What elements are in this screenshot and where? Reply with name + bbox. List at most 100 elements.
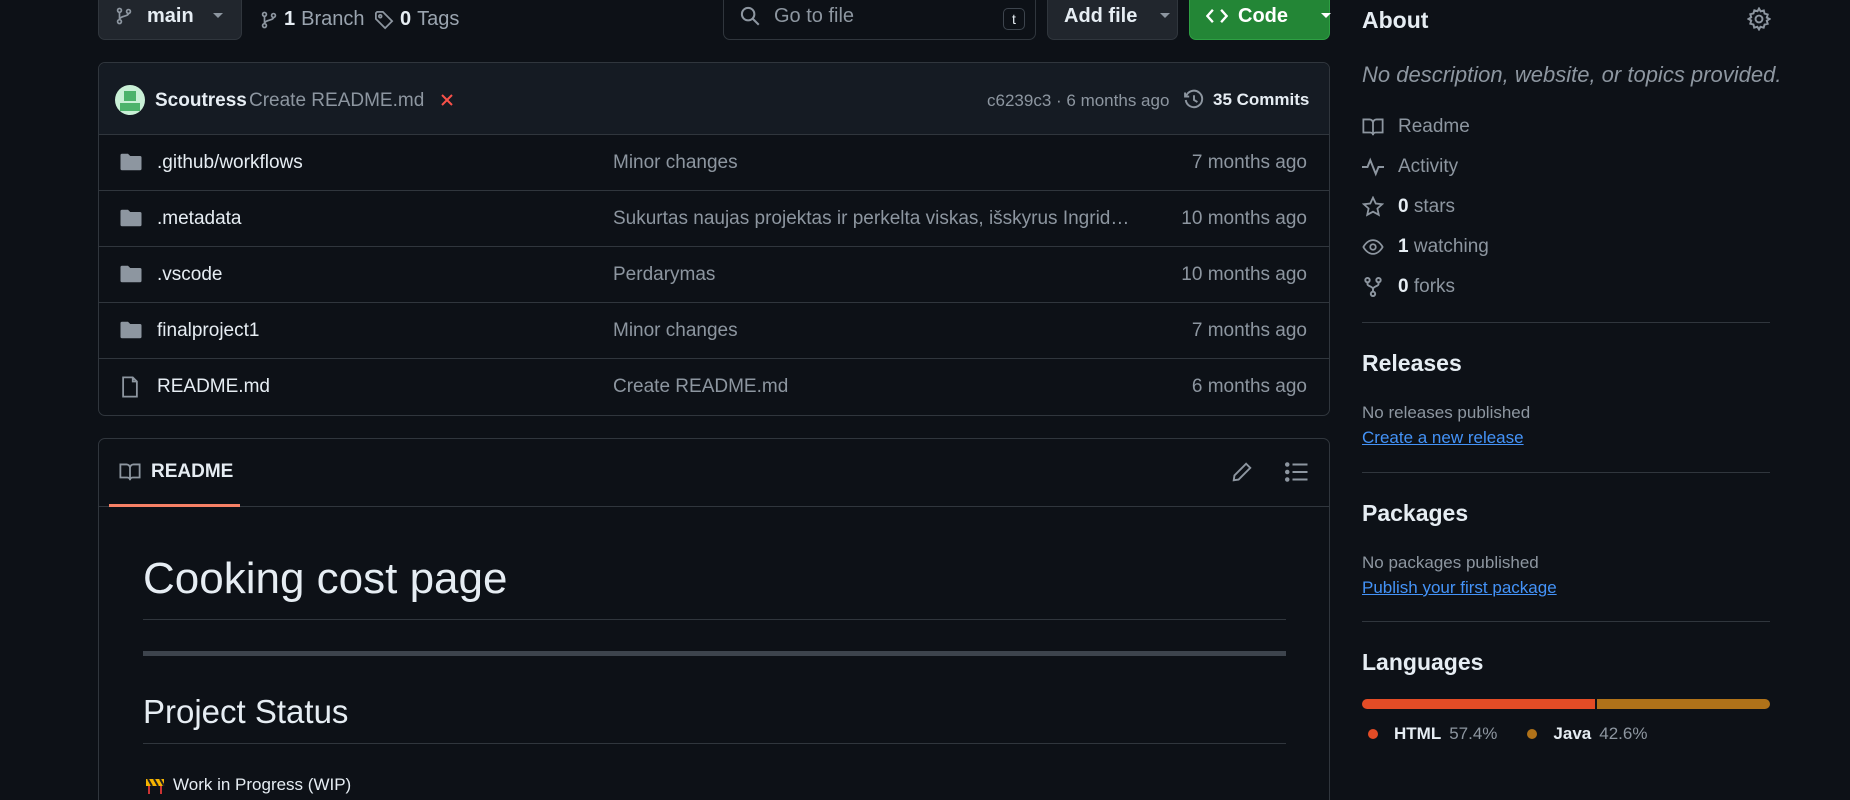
latest-commit-bar: Scoutress Create README.md c6239c3 · 6 m… [99,63,1329,135]
stars-count: 0 [1398,196,1409,217]
file-commit-message[interactable]: Minor changes [613,152,738,174]
file-list: .github/workflows Minor changes 7 months a… [99,135,1329,415]
fork-icon [1362,276,1384,298]
file-name[interactable]: README.md [157,376,270,398]
file-row[interactable]: .github/workflows Minor changes 7 months a… [99,135,1329,191]
file-age: 7 months ago [1191,320,1307,341]
file-age: 6 months ago [1191,376,1307,397]
avatar[interactable] [115,85,145,115]
activity-link[interactable]: Activity [1362,156,1458,178]
language-dot-icon [1368,729,1378,739]
file-row[interactable]: finalproject1 Minor changes 7 months ago [99,303,1329,359]
heading-divider [143,743,1286,744]
about-description: No description, website, or topics provi… [1362,62,1782,87]
file-commit-message[interactable]: Create README.md [613,376,788,398]
languages-legend: HTML 57.4% Java 42.6% [1368,724,1647,744]
file-name[interactable]: .vscode [157,264,222,286]
forks-count: 0 [1398,276,1409,297]
book-icon [1362,117,1384,137]
commit-time: 6 months ago [1066,91,1170,110]
file-age: 10 months ago [1181,264,1307,285]
file-name[interactable]: finalproject1 [157,320,259,342]
sidebar-divider [1362,472,1770,473]
folder-icon [119,152,143,172]
git-branch-icon [260,10,278,30]
file-row[interactable]: .vscode Perdarymas 10 months ago [99,247,1329,303]
status-text: Work in Progress (WIP) [173,775,352,794]
branch-name: main [147,4,194,27]
git-branch-icon [115,6,133,26]
forks-link[interactable]: 0 forks [1362,276,1455,298]
readme-heading-2: Project Status [143,693,349,730]
pulse-icon [1362,157,1384,177]
watchers-link[interactable]: 1 watching [1362,236,1489,258]
branches-link[interactable]: 1 Branch [260,8,365,31]
file-row[interactable]: README.md Create README.md 6 months ago [99,359,1329,415]
search-icon [740,6,760,26]
edit-pencil-icon[interactable] [1231,461,1253,483]
commit-hash[interactable]: c6239c3 · 6 months ago [987,91,1169,111]
file-commit-message[interactable]: Perdarymas [613,264,715,286]
language-bar-segment [1597,699,1770,709]
file-icon [119,376,141,398]
forks-label: forks [1413,276,1456,297]
file-name[interactable]: .github/workflows [157,152,303,174]
file-row[interactable]: .metadata Sukurtas naujas projektas ir pe… [99,191,1329,247]
tab-readme[interactable]: README [109,439,240,507]
stars-link[interactable]: 0 stars [1362,196,1455,218]
folder-icon [119,264,143,284]
readme-link[interactable]: Readme [1362,116,1470,138]
tags-link[interactable]: 0 Tags [374,8,459,31]
gear-icon[interactable] [1747,7,1771,31]
file-commit-message[interactable]: Sukurtas naujas projektas ir perkelta vi… [613,208,1133,230]
status-line: Work in Progress (WIP) [143,775,351,795]
file-name[interactable]: .metadata [157,208,242,230]
shortcut-key-hint: t [1003,8,1025,30]
commits-link[interactable]: 35 Commits [1183,89,1309,111]
commit-hash-text: c6239c3 [987,91,1052,110]
create-release-link[interactable]: Create a new release [1362,428,1524,448]
language-name: HTML [1394,724,1442,743]
languages-bar [1362,699,1770,709]
chevron-down-icon [1159,12,1171,20]
commit-message[interactable]: Create README.md [249,90,424,112]
publish-package-link[interactable]: Publish your first package [1362,578,1557,598]
book-icon [119,462,141,482]
go-to-file-placeholder: Go to file [774,4,855,27]
language-item[interactable]: Java 42.6% [1527,724,1647,744]
language-dot-icon [1527,729,1538,739]
horizontal-rule [143,651,1286,656]
about-title: About [1362,7,1429,33]
packages-title[interactable]: Packages [1362,500,1468,527]
history-icon [1183,89,1205,111]
sidebar-divider [1362,322,1770,323]
watching-count: 1 [1398,236,1409,257]
language-bar-segment [1362,699,1596,709]
file-age: 7 months ago [1191,152,1307,173]
releases-text: No releases published [1362,403,1531,422]
packages-text: No packages published [1362,553,1539,572]
go-to-file-input[interactable]: Go to file t [723,0,1036,40]
status-failed-icon[interactable] [439,92,455,108]
branch-selector-button[interactable]: main [98,0,242,40]
outline-list-icon[interactable] [1285,461,1309,483]
commit-author[interactable]: Scoutress [155,90,247,112]
releases-title[interactable]: Releases [1362,350,1462,377]
language-item[interactable]: HTML 57.4% [1368,724,1497,744]
add-file-button[interactable]: Add file [1047,0,1178,40]
branch-count: 1 [284,8,296,30]
watching-label: watching [1413,236,1489,257]
language-percent: 42.6% [1599,724,1648,743]
heading-divider [143,619,1286,620]
eye-icon [1362,238,1384,256]
activity-link-label: Activity [1398,156,1459,177]
tag-icon [374,10,394,30]
readme-link-label: Readme [1398,116,1470,137]
readme-header: README [99,439,1329,507]
language-name: Java [1553,724,1592,743]
chevron-down-icon [212,12,224,20]
folder-icon [119,208,143,228]
readme-panel: README Cooking cost page Project Status … [98,438,1330,800]
code-button[interactable]: Code [1189,0,1331,40]
file-commit-message[interactable]: Minor changes [613,320,738,342]
